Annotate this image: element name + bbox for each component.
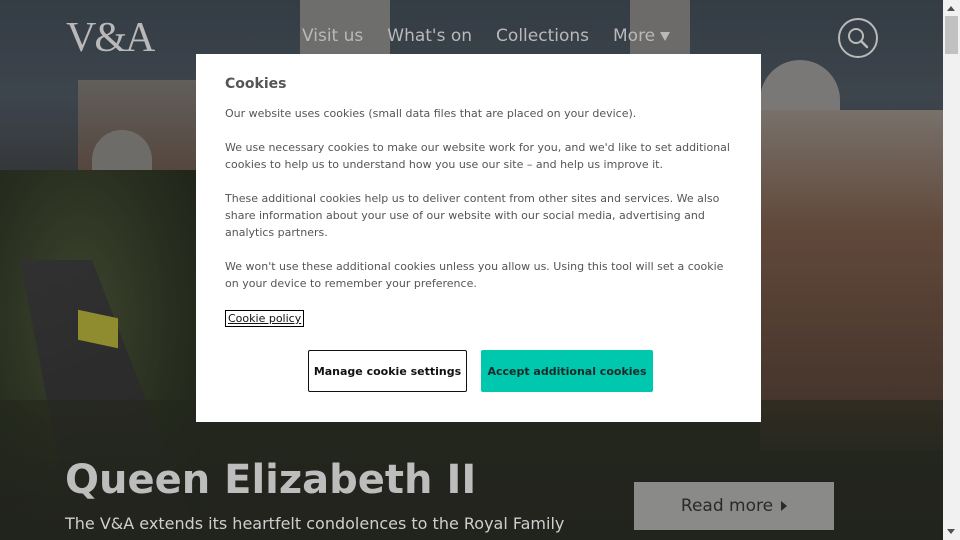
cookie-dialog-title: Cookies: [225, 76, 287, 92]
hero-title: Queen Elizabeth II: [65, 457, 477, 503]
search-icon: [848, 28, 869, 49]
arrow-right-icon: [781, 501, 788, 511]
read-more-label: Read more: [680, 496, 774, 516]
nav-visit-us[interactable]: Visit us: [302, 26, 363, 46]
page-scrollbar[interactable]: [943, 0, 960, 540]
search-button[interactable]: [838, 18, 878, 58]
caret-down-icon: [660, 31, 671, 41]
manage-cookie-settings-button[interactable]: Manage cookie settings: [308, 350, 467, 392]
read-more-button[interactable]: Read more: [634, 482, 834, 530]
scroll-down-icon[interactable]: [947, 529, 955, 534]
cookie-paragraph: Our website uses cookies (small data fil…: [225, 107, 637, 120]
cookie-paragraph: We won't use these additional cookies un…: [225, 260, 724, 290]
cookie-policy-link[interactable]: Cookie policy: [225, 310, 305, 327]
cookie-paragraph: We use necessary cookies to make our web…: [225, 141, 730, 171]
nav-more-label: More: [613, 26, 656, 46]
nav-whats-on[interactable]: What's on: [387, 26, 472, 46]
main-nav: Visit us What's on Collections More: [302, 26, 671, 46]
cookie-dialog: Cookies Our website uses cookies (small …: [196, 54, 761, 422]
hero-subtitle: The V&A extends its heartfelt condolence…: [65, 514, 565, 533]
nav-more[interactable]: More: [613, 26, 671, 46]
va-logo[interactable]: V&A: [66, 16, 155, 60]
scroll-thumb[interactable]: [945, 16, 958, 54]
nav-collections[interactable]: Collections: [496, 26, 589, 46]
accept-cookies-button[interactable]: Accept additional cookies: [481, 350, 653, 392]
cookie-actions: Manage cookie settings Accept additional…: [308, 350, 653, 392]
scroll-up-icon[interactable]: [947, 6, 955, 11]
cookie-paragraph: These additional cookies help us to deli…: [225, 192, 720, 239]
